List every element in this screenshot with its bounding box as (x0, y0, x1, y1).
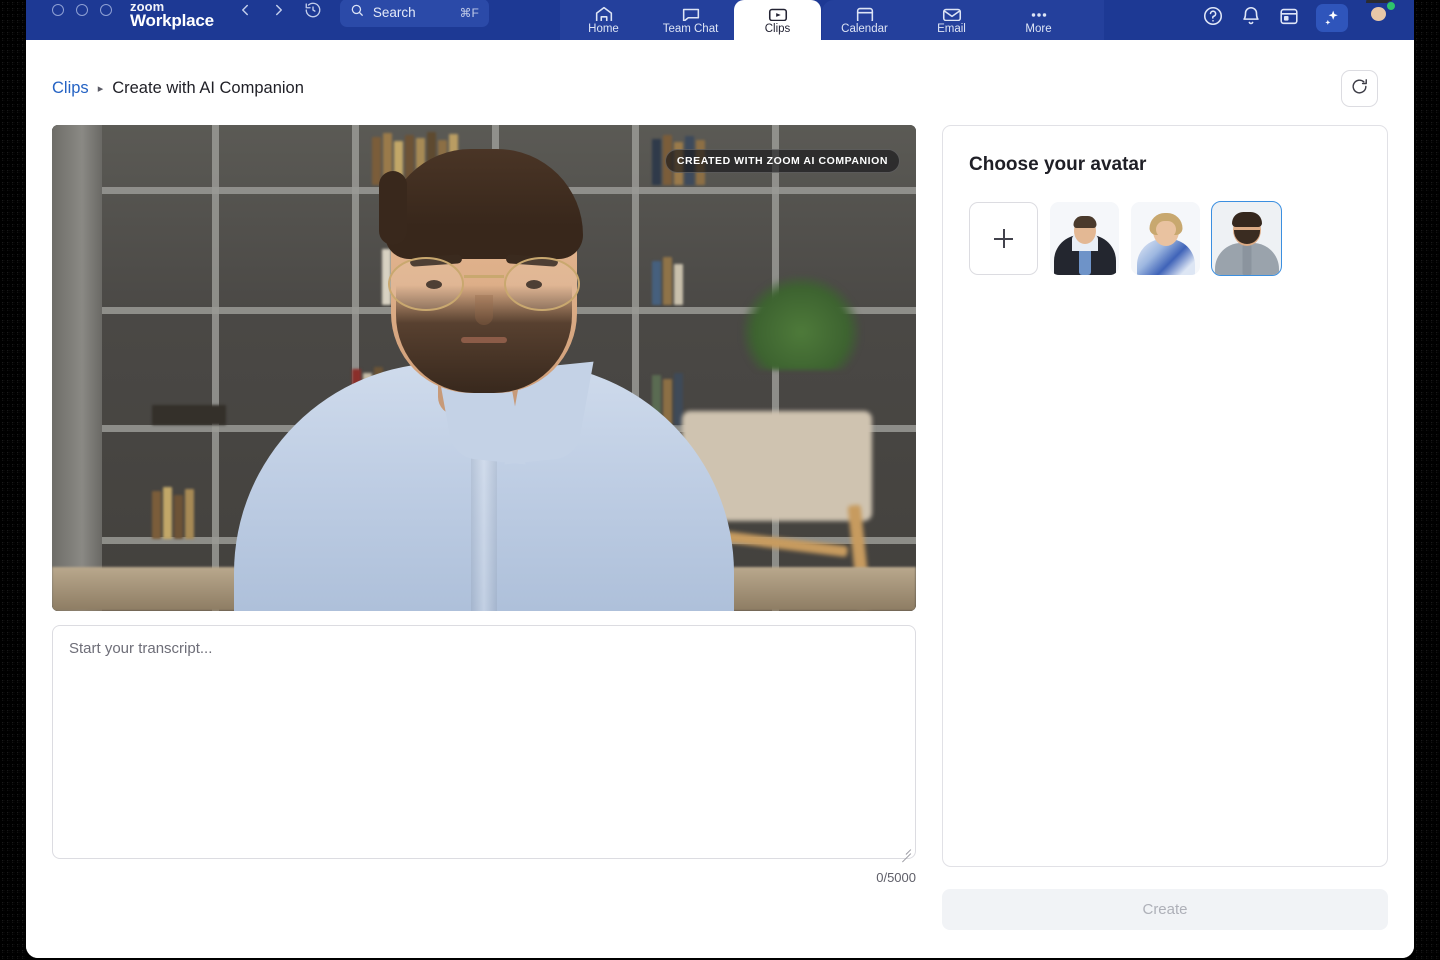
titlebar-right-group (1202, 3, 1394, 33)
avatar-thumbnail (1212, 202, 1281, 275)
zoom-workplace-window: zoom Workplace (26, 0, 1414, 958)
tab-calendar[interactable]: Calendar (821, 0, 908, 40)
tab-email-label: Email (937, 23, 966, 35)
chat-bubble-icon (680, 4, 702, 21)
avatar-person (214, 191, 754, 611)
mouth (461, 337, 507, 343)
breadcrumb: Clips ▸ Create with AI Companion (52, 79, 304, 98)
search-input[interactable]: Search ⌘F (340, 0, 489, 27)
lens-left (388, 257, 464, 311)
tab-more[interactable]: More (995, 0, 1082, 40)
avatar-option-1[interactable] (1050, 202, 1119, 275)
avatar-list (969, 202, 1361, 275)
avatar-thumbnail (1131, 202, 1200, 275)
avatar[interactable] (1364, 3, 1394, 33)
notifications-bell-icon[interactable] (1240, 5, 1262, 32)
tab-home[interactable]: Home (560, 0, 647, 40)
help-icon[interactable] (1202, 5, 1224, 32)
tab-more-label: More (1025, 23, 1051, 35)
titlebar-left-group: zoom Workplace (26, 0, 489, 40)
ellipsis-icon (1028, 4, 1050, 21)
calendar-icon (854, 4, 876, 21)
title-bar: zoom Workplace (26, 0, 1414, 40)
page-title: Create with AI Companion (112, 79, 304, 98)
refresh-button[interactable] (1341, 70, 1378, 107)
home-icon (593, 4, 615, 21)
window-traffic-lights[interactable] (52, 4, 112, 16)
create-button[interactable]: Create (942, 889, 1388, 930)
tab-home-label: Home (588, 23, 619, 35)
nav-button-group (236, 1, 322, 19)
plant (741, 275, 861, 370)
breadcrumb-separator-icon: ▸ (98, 82, 104, 95)
search-shortcut: ⌘F (460, 6, 479, 20)
content-area: Clips ▸ Create with AI Companion (26, 40, 1414, 958)
app-brand-name: zoom (130, 0, 214, 13)
glasses-bridge (464, 275, 504, 278)
left-column: CREATED WITH ZOOM AI COMPANION 0/5000 (52, 125, 916, 930)
character-counter: 0/5000 (52, 870, 916, 885)
tab-team-chat-label: Team Chat (663, 23, 719, 35)
screen-edge-noise-left (0, 0, 26, 960)
transcript-input[interactable] (52, 625, 916, 859)
screen-edge-noise-right (1414, 0, 1440, 960)
main-columns: CREATED WITH ZOOM AI COMPANION 0/5000 (26, 107, 1414, 930)
avatar-option-3[interactable] (1212, 202, 1281, 275)
calendar-icon[interactable] (1278, 5, 1300, 32)
lens-right (504, 257, 580, 311)
plus-icon (994, 229, 1013, 248)
desktop-background: zoom Workplace (0, 0, 1440, 960)
history-clock-icon[interactable] (304, 1, 322, 19)
video-preview[interactable]: CREATED WITH ZOOM AI COMPANION (52, 125, 916, 611)
maximize-button[interactable] (100, 4, 112, 16)
tab-team-chat[interactable]: Team Chat (647, 0, 734, 40)
ai-generated-badge: CREATED WITH ZOOM AI COMPANION (665, 149, 900, 173)
main-tab-bar: Home Team Chat Clips (560, 0, 1082, 40)
search-icon (350, 3, 364, 22)
books-row (152, 481, 194, 539)
close-button[interactable] (52, 4, 64, 16)
clips-icon (767, 4, 789, 21)
transcript-field-wrapper (52, 625, 916, 864)
tab-clips-label: Clips (765, 23, 791, 35)
tab-calendar-label: Calendar (841, 23, 888, 35)
minimize-button[interactable] (76, 4, 88, 16)
chevron-left-icon[interactable] (236, 1, 254, 19)
ai-companion-sparkle-icon[interactable] (1316, 4, 1348, 32)
avatar-option-2[interactable] (1131, 202, 1200, 275)
status-badge (1386, 1, 1396, 11)
avatar-panel-title: Choose your avatar (969, 154, 1361, 176)
avatar-thumbnail (1050, 202, 1119, 275)
app-title: zoom Workplace (130, 0, 214, 29)
chevron-right-icon[interactable] (270, 1, 288, 19)
breadcrumb-item-clips[interactable]: Clips (52, 79, 89, 98)
avatar-picker-panel: Choose your avatar (942, 125, 1388, 867)
envelope-icon (941, 4, 963, 21)
search-placeholder: Search (373, 5, 451, 20)
tab-clips[interactable]: Clips (734, 0, 821, 40)
shelf-side-panel (52, 125, 102, 611)
breadcrumb-row: Clips ▸ Create with AI Companion (26, 40, 1414, 107)
right-column: Choose your avatar (942, 125, 1388, 930)
add-avatar-button[interactable] (969, 202, 1038, 275)
tab-email[interactable]: Email (908, 0, 995, 40)
nose (475, 295, 493, 325)
refresh-icon (1350, 77, 1369, 101)
